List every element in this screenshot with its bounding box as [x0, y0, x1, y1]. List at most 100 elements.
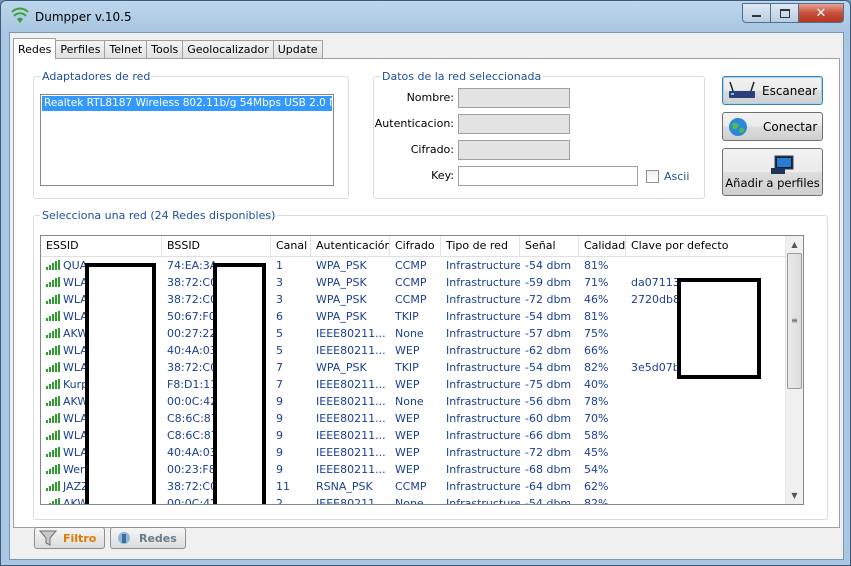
cell-senal: -64 dbm: [525, 480, 572, 493]
connect-button[interactable]: Conectar: [722, 112, 823, 141]
filter-button[interactable]: Filtro: [34, 527, 106, 549]
cell-senal: -68 dbm: [525, 463, 572, 476]
cell-cifrado: None: [395, 497, 424, 505]
scrollbar-thumb[interactable]: ≡: [787, 253, 802, 389]
cell-autenticacion: WPA_PSK: [316, 293, 367, 306]
cell-calidad: 45%: [584, 446, 609, 459]
cell-senal: -54 dbm: [525, 310, 572, 323]
signal-strength-icon: [46, 481, 60, 491]
essid-text: QUA: [63, 259, 88, 272]
column-header-senal[interactable]: Señal: [520, 236, 579, 256]
vertical-scrollbar[interactable]: ▲ ≡ ▼: [785, 236, 803, 504]
cell-calidad: 78%: [584, 395, 609, 408]
minimize-icon: [752, 15, 761, 17]
networks-button[interactable]: Redes: [110, 527, 186, 549]
cell-cifrado: None: [395, 327, 424, 340]
cell-cifrado: CCMP: [395, 259, 427, 272]
cell-senal: -72 dbm: [525, 293, 572, 306]
column-header-canal[interactable]: Canal: [271, 236, 311, 256]
app-window: Dumpper v.10.5 ✕ Redes Perfiles Telnet T…: [0, 0, 851, 566]
signal-strength-icon: [46, 413, 60, 423]
tab-telnet[interactable]: Telnet: [104, 40, 148, 58]
cell-autenticacion: IEEE80211...: [316, 446, 386, 459]
redaction-block-essid: [85, 263, 156, 504]
cell-cifrado: TKIP: [395, 361, 419, 374]
column-header-bssid[interactable]: BSSID: [162, 236, 271, 256]
signal-strength-icon: [46, 328, 60, 338]
cell-calidad: 70%: [584, 412, 609, 425]
network-details-title: Datos de la red seleccionada: [380, 70, 544, 83]
minimize-button[interactable]: [742, 3, 771, 23]
column-header-autenticacion[interactable]: Autenticación: [311, 236, 390, 256]
ascii-label: Ascii: [664, 170, 690, 183]
scroll-up-icon[interactable]: ▲: [786, 236, 803, 253]
cell-cifrado: WEP: [395, 344, 420, 357]
cell-calidad: 71%: [584, 276, 609, 289]
cell-tipo-de-red: Infrastructure: [446, 378, 520, 391]
autenticacion-label: Autenticacion:: [374, 117, 454, 130]
cell-senal: -57 dbm: [525, 327, 572, 340]
signal-strength-icon: [46, 379, 60, 389]
cell-senal: -54 dbm: [525, 259, 572, 272]
nombre-field: [458, 88, 570, 108]
redaction-block-key: [677, 278, 761, 379]
monitor-icon: [770, 155, 793, 174]
adapter-list[interactable]: Realtek RTL8187 Wireless 802.11b/g 54Mbp…: [40, 94, 334, 186]
cell-tipo-de-red: Infrastructure: [446, 446, 520, 459]
column-header-calidad[interactable]: Calidad: [579, 236, 626, 256]
tab-perfiles[interactable]: Perfiles: [55, 40, 106, 58]
title-bar[interactable]: Dumpper v.10.5 ✕: [1, 1, 850, 33]
signal-strength-icon: [46, 260, 60, 270]
cell-calidad: 46%: [584, 293, 609, 306]
tab-update[interactable]: Update: [272, 40, 323, 58]
cell-tipo-de-red: Infrastructure: [446, 463, 520, 476]
key-input[interactable]: [458, 166, 638, 186]
cell-tipo-de-red: Infrastructure: [446, 429, 520, 442]
cell-clave-por-defecto: [626, 427, 786, 444]
cell-cifrado: WEP: [395, 429, 420, 442]
cell-canal: 5: [276, 327, 283, 340]
close-button[interactable]: ✕: [799, 3, 844, 23]
cell-clave-por-defecto: [626, 257, 786, 274]
cell-autenticacion: WPA_PSK: [316, 361, 367, 374]
cell-tipo-de-red: Infrastructure: [446, 412, 520, 425]
cell-canal: 9: [276, 429, 283, 442]
scan-button[interactable]: Escanear: [722, 76, 823, 105]
signal-strength-icon: [46, 464, 60, 474]
networks-list-header: ESSID BSSID Canal Autenticación Cifrado Tipo …: [41, 236, 803, 257]
cell-clave-por-defecto: [626, 495, 786, 504]
close-icon: ✕: [815, 5, 827, 21]
cell-cifrado: WEP: [395, 378, 420, 391]
cell-autenticacion: IEEE80211...: [316, 327, 386, 340]
redes-tab-page: Adaptadores de red Realtek RTL8187 Wirel…: [13, 58, 840, 528]
add-profiles-button[interactable]: Añadir a perfiles: [722, 148, 823, 196]
ascii-checkbox[interactable]: [646, 170, 659, 183]
cell-autenticacion: IEEE80211...: [316, 378, 386, 391]
networks-list[interactable]: ESSID BSSID Canal Autenticación Cifrado Tipo …: [40, 235, 804, 505]
column-header-cifrado[interactable]: Cifrado: [390, 236, 441, 256]
maximize-icon: [779, 8, 790, 18]
cell-autenticacion: IEEE80211...: [316, 412, 386, 425]
maximize-button[interactable]: [771, 3, 799, 23]
networks-group: Selecciona una red (24 Redes disponibles…: [33, 209, 828, 520]
caption-buttons: ✕: [742, 3, 844, 23]
adapter-item[interactable]: Realtek RTL8187 Wireless 802.11b/g 54Mbp…: [42, 96, 332, 111]
column-header-clave-por-defecto[interactable]: Clave por defecto: [626, 236, 786, 256]
cell-senal: -62 dbm: [525, 344, 572, 357]
column-header-tipo-de-red[interactable]: Tipo de red: [441, 236, 520, 256]
column-header-essid[interactable]: ESSID: [41, 236, 162, 256]
autenticacion-field: [458, 114, 570, 134]
cell-tipo-de-red: Infrastructure: [446, 361, 520, 374]
cell-senal: -60 dbm: [525, 412, 572, 425]
cell-calidad: 66%: [584, 344, 609, 357]
tab-tools[interactable]: Tools: [146, 40, 184, 58]
tab-geolocalizador[interactable]: Geolocalizador: [182, 40, 274, 58]
tab-redes[interactable]: Redes: [13, 38, 57, 59]
cell-clave-por-defecto: [626, 393, 786, 410]
cell-clave-por-defecto: [626, 478, 786, 495]
scroll-down-icon[interactable]: ▼: [786, 487, 803, 504]
cell-cifrado: WEP: [395, 412, 420, 425]
key-label: Key:: [431, 169, 454, 182]
signal-strength-icon: [46, 294, 60, 304]
network-adapter-icon: [118, 532, 130, 544]
